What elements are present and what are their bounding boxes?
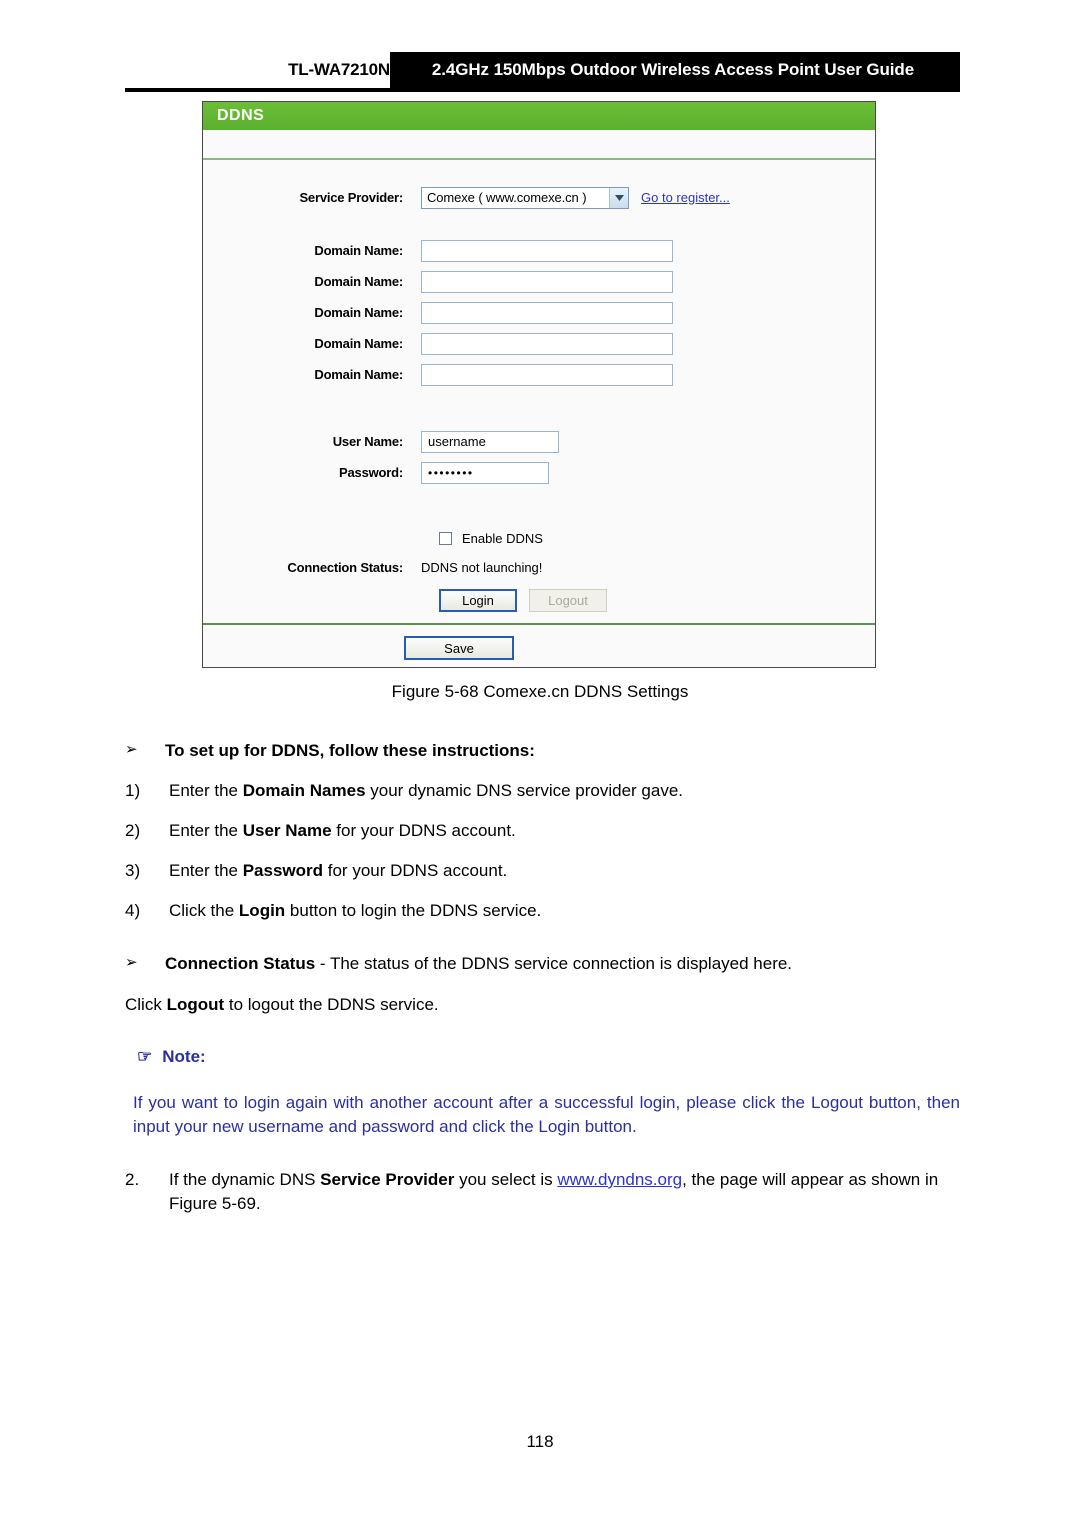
instruction-step-3: 3) Enter the Password for your DDNS acco… xyxy=(125,860,960,883)
note-block: ☞ Note: If you want to login again with … xyxy=(125,1047,960,1140)
step-marker-1: 1) xyxy=(125,780,141,800)
step-2-bold: User Name xyxy=(242,820,332,840)
domain-name-label-3: Domain Name: xyxy=(314,305,403,320)
service-provider-select[interactable]: Comexe ( www.comexe.cn ) xyxy=(421,186,629,209)
note-body: If you want to login again with another … xyxy=(133,1092,960,1137)
step-4-bold: Login xyxy=(238,900,286,920)
service-provider-label: Service Provider: xyxy=(299,190,403,205)
note-title: Note: xyxy=(162,1046,206,1066)
enable-ddns-checkbox[interactable] xyxy=(439,531,452,545)
service-provider-value: Comexe ( www.comexe.cn ) xyxy=(427,190,587,205)
document-body: ➢ To set up for DDNS, follow these instr… xyxy=(125,722,960,1217)
enable-ddns-row: Enable DDNS xyxy=(203,524,875,552)
domain-name-input-1[interactable] xyxy=(421,239,673,262)
connection-status-bullet: ➢ Connection Status - The status of the … xyxy=(125,953,960,976)
login-button[interactable]: Login xyxy=(439,588,517,612)
domain-name-row-3: Domain Name: xyxy=(203,297,875,328)
step-marker-2: 2) xyxy=(125,820,141,840)
connection-bullet-bold: Connection Status xyxy=(165,953,316,973)
user-name-row: User Name: username xyxy=(203,426,875,457)
page-number: 118 xyxy=(526,1432,554,1451)
item-2-mid: you select is xyxy=(454,1169,558,1189)
logout-line-bold: Logout xyxy=(166,994,225,1014)
login-logout-row: Login Logout xyxy=(203,583,875,617)
panel-subbar xyxy=(203,130,875,160)
enable-ddns-label: Enable DDNS xyxy=(462,530,543,546)
password-input[interactable]: •••••••• xyxy=(421,461,549,484)
domain-name-label-5: Domain Name: xyxy=(314,367,403,382)
connection-bullet-rest: - The status of the DDNS service connect… xyxy=(315,953,793,973)
instruction-step-2: 2) Enter the User Name for your DDNS acc… xyxy=(125,820,960,843)
figure-caption: Figure 5-68 Comexe.cn DDNS Settings xyxy=(391,682,689,701)
service-provider-row: Service Provider: Comexe ( www.comexe.cn… xyxy=(203,182,875,213)
page-header: TL-WA7210N 2.4GHz 150Mbps Outdoor Wirele… xyxy=(125,52,960,90)
save-area: Save xyxy=(203,625,875,671)
arrow-bullet-icon-2: ➢ xyxy=(125,953,138,971)
item-2-marker: 2. xyxy=(125,1169,140,1189)
instructions-heading: ➢ To set up for DDNS, follow these instr… xyxy=(125,740,960,763)
pointing-hand-icon: ☞ xyxy=(137,1046,153,1066)
password-label: Password: xyxy=(339,465,403,480)
domain-name-input-3[interactable] xyxy=(421,301,673,324)
domain-name-label-2: Domain Name: xyxy=(314,274,403,289)
header-divider xyxy=(125,88,960,92)
logout-line-post: to logout the DDNS service. xyxy=(224,994,439,1014)
domain-name-row-4: Domain Name: xyxy=(203,328,875,359)
instruction-step-1: 1) Enter the Domain Names your dynamic D… xyxy=(125,780,960,803)
item-2-bold: Service Provider xyxy=(320,1169,455,1189)
item-2: 2. If the dynamic DNS Service Provider y… xyxy=(125,1168,960,1217)
domain-name-label-1: Domain Name: xyxy=(314,243,403,258)
panel-title: DDNS xyxy=(203,102,875,130)
logout-line-pre: Click xyxy=(125,994,167,1014)
step-1-pre: Enter the xyxy=(169,780,243,800)
step-1-post: your dynamic DNS service provider gave. xyxy=(365,780,684,800)
dyndns-link[interactable]: www.dyndns.org xyxy=(557,1170,682,1189)
user-name-label: User Name: xyxy=(332,434,403,449)
domain-name-row-5: Domain Name: xyxy=(203,359,875,390)
connection-status-label: Connection Status: xyxy=(287,560,403,575)
step-marker-4: 4) xyxy=(125,900,141,920)
step-4-pre: Click the xyxy=(169,900,239,920)
instructions-heading-text: To set up for DDNS, follow these instruc… xyxy=(165,741,535,760)
step-4-post: button to login the DDNS service. xyxy=(285,900,542,920)
connection-status-value: DDNS not launching! xyxy=(421,560,543,575)
step-3-pre: Enter the xyxy=(169,860,243,880)
ddns-settings-panel: DDNS Service Provider: Comexe ( www.come… xyxy=(202,101,876,668)
save-button[interactable]: Save xyxy=(404,636,514,660)
user-name-input[interactable]: username xyxy=(421,430,559,453)
domain-name-row-2: Domain Name: xyxy=(203,266,875,297)
connection-status-row: Connection Status: DDNS not launching! xyxy=(203,552,875,583)
chevron-down-icon[interactable] xyxy=(609,187,628,208)
step-2-pre: Enter the xyxy=(169,820,243,840)
password-row: Password: •••••••• xyxy=(203,457,875,488)
arrow-bullet-icon: ➢ xyxy=(125,741,138,758)
logout-instruction: Click Logout to logout the DDNS service. xyxy=(125,994,960,1017)
instruction-step-4: 4) Click the Login button to login the D… xyxy=(125,900,960,923)
step-1-bold: Domain Names xyxy=(242,780,366,800)
domain-name-label-4: Domain Name: xyxy=(314,336,403,351)
step-3-post: for your DDNS account. xyxy=(323,860,508,880)
step-2-post: for your DDNS account. xyxy=(331,820,516,840)
item-2-pre: If the dynamic DNS xyxy=(169,1169,321,1189)
go-to-register-link[interactable]: Go to register... xyxy=(641,190,730,205)
header-model-name: TL-WA7210N xyxy=(288,60,390,79)
panel-body: Service Provider: Comexe ( www.comexe.cn… xyxy=(203,160,875,660)
domain-name-input-2[interactable] xyxy=(421,270,673,293)
domain-name-input-5[interactable] xyxy=(421,363,673,386)
domain-name-row-1: Domain Name: xyxy=(203,235,875,266)
step-marker-3: 3) xyxy=(125,860,141,880)
header-title: 2.4GHz 150Mbps Outdoor Wireless Access P… xyxy=(390,52,960,88)
logout-button[interactable]: Logout xyxy=(529,588,607,612)
step-3-bold: Password xyxy=(242,860,324,880)
domain-name-input-4[interactable] xyxy=(421,332,673,355)
note-heading: ☞ Note: xyxy=(125,1047,960,1067)
